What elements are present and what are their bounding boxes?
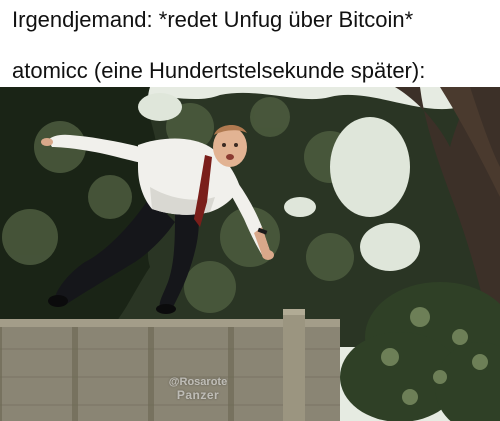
caption-line-1: Irgendjemand: *redet Unfug über Bitcoin* bbox=[12, 7, 414, 32]
caption-line-2: atomicc (eine Hundertstelsekunde später)… bbox=[12, 58, 426, 83]
man-jumping-fence-photo-icon bbox=[0, 87, 500, 421]
meme-image: Irgendjemand: *redet Unfug über Bitcoin*… bbox=[0, 0, 500, 421]
watermark: @Rosarote Panzer bbox=[148, 376, 248, 402]
fence bbox=[0, 309, 340, 421]
watermark-line-2: Panzer bbox=[176, 388, 220, 402]
photo: @Rosarote Panzer bbox=[0, 87, 500, 421]
